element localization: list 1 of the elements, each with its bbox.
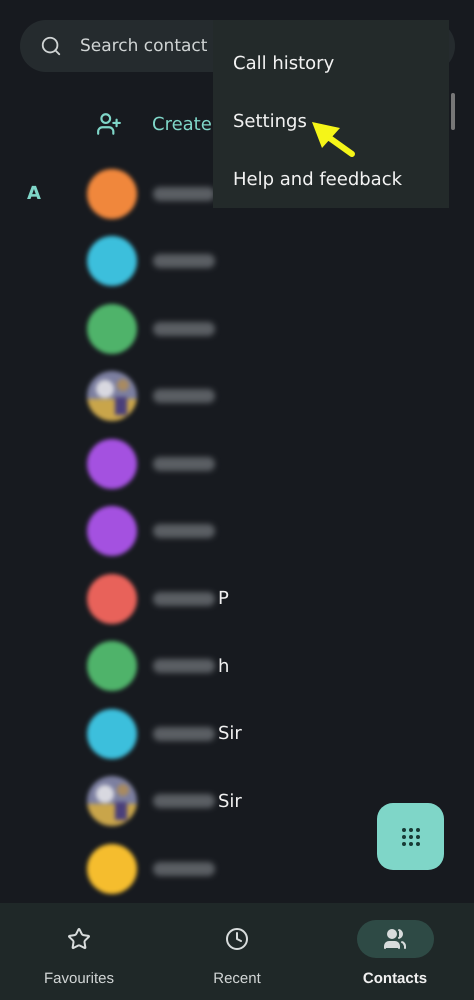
section-letter: A bbox=[26, 183, 42, 204]
